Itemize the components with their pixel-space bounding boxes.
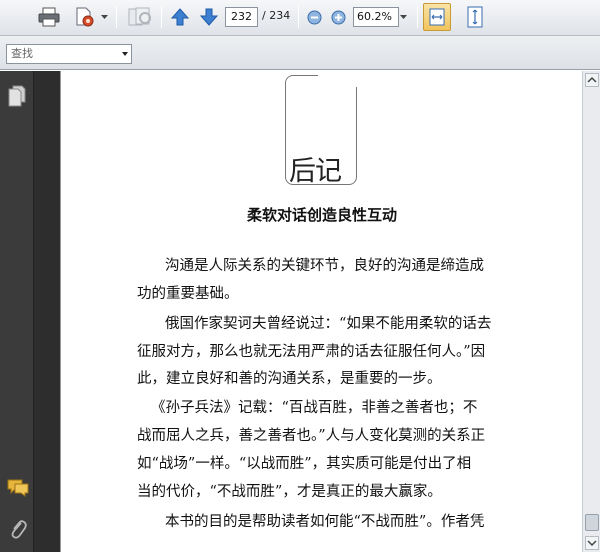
chapter-frame-gap xyxy=(318,71,358,87)
scroll-thumb[interactable] xyxy=(585,514,599,531)
attachments-panel-button[interactable] xyxy=(9,518,27,540)
scroll-down-button[interactable] xyxy=(585,536,599,550)
pages-panel-button[interactable] xyxy=(8,85,26,107)
fit-page-button[interactable] xyxy=(462,5,488,29)
page-number-input[interactable]: 232 xyxy=(225,7,258,27)
zoom-level-input[interactable]: 60.2% xyxy=(353,7,399,27)
vertical-scrollbar[interactable] xyxy=(582,71,600,552)
chevron-down-icon xyxy=(399,14,407,19)
text-line: 战而屈人之兵，善之善者也。”人与人变化莫测的关系正 xyxy=(137,428,486,444)
fit-page-icon xyxy=(467,6,483,28)
search-dropdown-icon[interactable] xyxy=(122,52,128,56)
text-line: 本书的目的是帮助读者如何能“不战而胜”。作者凭 xyxy=(165,514,485,530)
comments-panel-button[interactable] xyxy=(6,478,30,498)
zoom-in-icon xyxy=(331,10,345,24)
zoom-in-button[interactable] xyxy=(329,5,347,29)
fit-width-button[interactable] xyxy=(423,3,451,31)
page-gutter xyxy=(34,71,60,552)
comment-icon xyxy=(7,479,29,497)
document-properties-button[interactable] xyxy=(71,5,99,29)
toolbar-divider xyxy=(116,6,117,28)
text-line: 征服对方，那么也就无法用严肃的话去征服任何人。”因 xyxy=(137,344,486,360)
text-line: 如“战场”一样。“以战而胜”，其实质可能是付出了相 xyxy=(137,456,472,472)
text-line: 当的代价，“不战而胜”，才是真正的最大赢家。 xyxy=(137,484,442,500)
chapter-title: 后记 xyxy=(289,156,342,187)
document-share-icon xyxy=(128,7,151,26)
chevron-down-icon xyxy=(100,14,108,19)
toolbar-divider xyxy=(298,6,299,28)
text-line: 此，建立良好和善的沟通关系，是重要的一步。 xyxy=(137,371,442,387)
search-input[interactable]: 查找 xyxy=(6,44,132,64)
zoom-out-button[interactable] xyxy=(305,5,323,29)
page-total-label: / 234 xyxy=(262,9,291,22)
text-line: 俄国作家契诃夫曾经说过：“如果不能用柔软的话去 xyxy=(165,316,492,332)
document-page[interactable]: 后记 柔软对话创造良性互动 沟通是人际关系的关键环节，良好的沟通是缔造成 功的重… xyxy=(60,71,582,552)
text-line: 沟通是人际关系的关键环节，良好的沟通是缔造成 xyxy=(165,258,484,274)
next-page-button[interactable] xyxy=(197,5,221,29)
arrow-up-icon xyxy=(170,8,190,26)
paperclip-icon xyxy=(11,520,27,539)
zoom-dropdown[interactable] xyxy=(398,5,408,29)
printer-icon xyxy=(38,7,60,27)
document-gear-icon xyxy=(76,7,94,27)
text-line: 功的重要基础。 xyxy=(137,286,239,302)
navigation-panel xyxy=(0,71,34,552)
chevron-down-icon xyxy=(587,540,597,547)
fit-width-icon xyxy=(429,8,445,26)
share-button[interactable] xyxy=(125,5,155,29)
previous-page-button[interactable] xyxy=(168,5,192,29)
text-line: 《孙子兵法》记载：“百战百胜，非善之善者也；不 xyxy=(151,400,478,416)
main-toolbar: 232 / 234 60.2% xyxy=(0,0,600,36)
properties-dropdown[interactable] xyxy=(99,5,109,29)
print-button[interactable] xyxy=(36,5,62,29)
section-title: 柔软对话创造良性互动 xyxy=(246,206,397,224)
search-placeholder: 查找 xyxy=(11,47,33,60)
arrow-down-icon xyxy=(199,8,219,26)
pages-icon xyxy=(8,85,26,107)
toolbar-divider xyxy=(161,6,162,28)
scroll-up-button[interactable] xyxy=(585,73,599,87)
zoom-out-icon xyxy=(307,10,321,24)
chevron-up-icon xyxy=(587,76,597,83)
toolbar-divider xyxy=(417,6,418,28)
